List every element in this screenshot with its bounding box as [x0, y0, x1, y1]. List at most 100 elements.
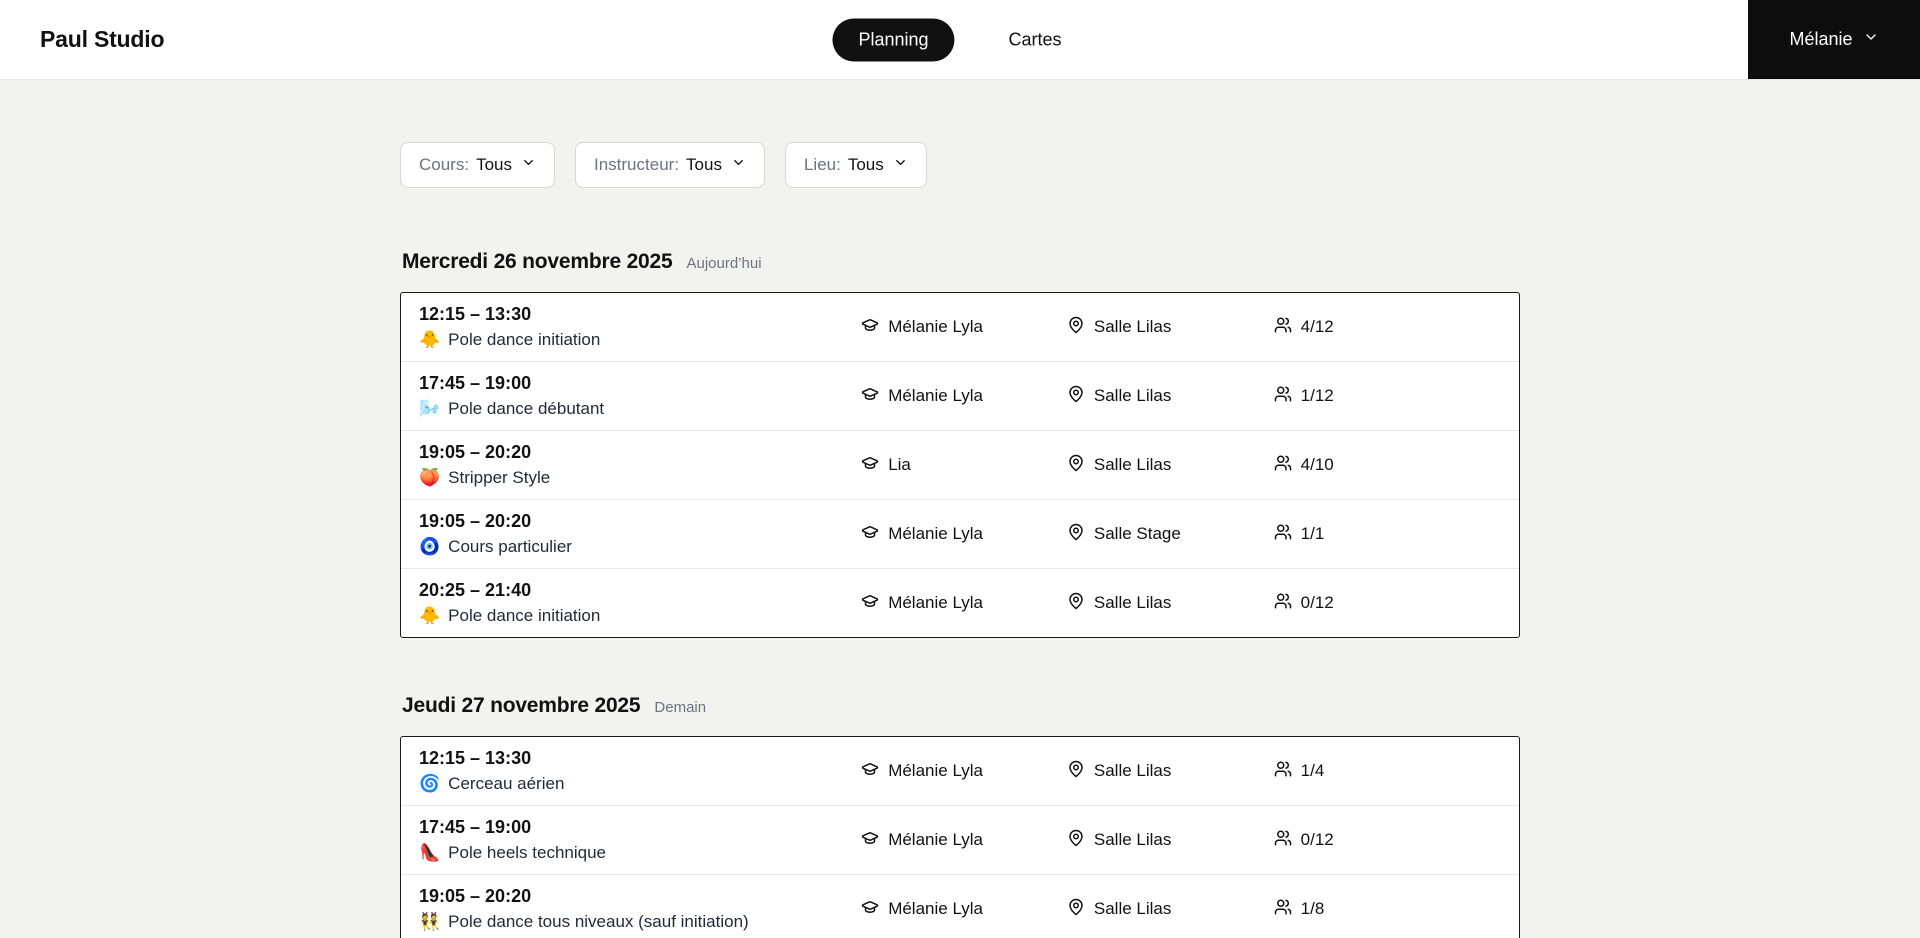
- day-header: Mercredi 26 novembre 2025 Aujourd’hui: [400, 250, 1520, 274]
- capacity-value: 1/12: [1300, 386, 1334, 405]
- instructor-name: Lia: [888, 455, 911, 474]
- filter-lieu[interactable]: Lieu: Tous: [784, 142, 927, 188]
- users-icon: [1274, 829, 1292, 852]
- capacity-value: 0/12: [1300, 593, 1334, 612]
- day-badge: Aujourd’hui: [686, 255, 762, 272]
- tab-cartes[interactable]: Cartes: [983, 18, 1088, 61]
- users-icon: [1274, 898, 1292, 921]
- user-name: Mélanie: [1789, 29, 1853, 49]
- users-icon: [1274, 592, 1292, 615]
- graduation-cap-icon: [861, 385, 879, 408]
- session-row[interactable]: 17:45 – 19:00 🌬️ Pole dance débutant Mél…: [401, 361, 1519, 430]
- graduation-cap-icon: [861, 898, 879, 921]
- filter-instructeur-label: Instructeur:: [594, 155, 680, 174]
- course-cell: 17:45 – 19:00 👠 Pole heels technique: [419, 817, 861, 863]
- room-name: Salle Lilas: [1093, 455, 1172, 474]
- course-name: Cerceau aérien: [448, 774, 565, 793]
- users-icon: [1274, 316, 1292, 339]
- instructor-name: Mélanie Lyla: [888, 899, 983, 918]
- filter-cours-label: Cours:: [419, 155, 470, 174]
- session-time: 17:45 – 19:00: [419, 817, 532, 837]
- planning-page: Cours: Tous Instructeur: Tous Lieu: Tous…: [400, 80, 1520, 938]
- instructor-name: Mélanie Lyla: [888, 386, 983, 405]
- capacity-value: 1/8: [1300, 899, 1325, 918]
- graduation-cap-icon: [861, 523, 879, 546]
- instructor-name: Mélanie Lyla: [888, 761, 983, 780]
- users-icon: [1274, 385, 1292, 408]
- instructor-name: Mélanie Lyla: [888, 317, 983, 336]
- capacity-value: 0/12: [1300, 830, 1334, 849]
- course-line: 🍑 Stripper Style: [419, 468, 861, 488]
- filter-cours[interactable]: Cours: Tous: [400, 142, 555, 188]
- session-row[interactable]: 17:45 – 19:00 👠 Pole heels technique Mél…: [401, 805, 1519, 874]
- chevron-down-icon: [729, 155, 746, 175]
- course-emoji-icon: 👯: [419, 912, 441, 931]
- graduation-cap-icon: [861, 760, 879, 783]
- filter-instructeur[interactable]: Instructeur: Tous: [575, 142, 765, 188]
- schedule: Mercredi 26 novembre 2025 Aujourd’hui 12…: [400, 250, 1520, 938]
- session-time: 19:05 – 20:20: [419, 886, 532, 906]
- session-time: 19:05 – 20:20: [419, 511, 532, 531]
- instructor-cell: Mélanie Lyla: [861, 592, 1067, 615]
- room-cell: Salle Lilas: [1067, 592, 1274, 615]
- map-pin-icon: [1067, 385, 1085, 408]
- instructor-name: Mélanie Lyla: [888, 830, 983, 849]
- session-row[interactable]: 12:15 – 13:30 🐥 Pole dance initiation Mé…: [401, 293, 1519, 361]
- session-row[interactable]: 12:15 – 13:30 🌀 Cerceau aérien Mélanie L…: [401, 737, 1519, 805]
- session-row[interactable]: 19:05 – 20:20 🍑 Stripper Style Lia Salle…: [401, 430, 1519, 499]
- main-nav: Planning Cartes: [832, 18, 1087, 61]
- graduation-cap-icon: [861, 454, 879, 477]
- course-emoji-icon: 🐥: [419, 330, 441, 349]
- room-cell: Salle Lilas: [1067, 454, 1274, 477]
- session-row[interactable]: 19:05 – 20:20 👯 Pole dance tous niveaux …: [401, 874, 1519, 938]
- course-name: Pole dance initiation: [448, 330, 601, 349]
- map-pin-icon: [1067, 829, 1085, 852]
- session-time: 12:15 – 13:30: [419, 748, 532, 768]
- filter-lieu-value: Tous: [847, 155, 884, 174]
- room-cell: Salle Stage: [1067, 523, 1274, 546]
- room-name: Salle Lilas: [1093, 761, 1172, 780]
- course-line: 🌀 Cerceau aérien: [419, 774, 861, 794]
- day-header: Jeudi 27 novembre 2025 Demain: [400, 694, 1520, 718]
- course-line: 🐥 Pole dance initiation: [419, 330, 861, 350]
- session-time: 20:25 – 21:40: [419, 580, 532, 600]
- capacity-cell: 1/4: [1274, 760, 1519, 783]
- course-cell: 19:05 – 20:20 🧿 Cours particulier: [419, 511, 861, 557]
- graduation-cap-icon: [861, 829, 879, 852]
- room-name: Salle Lilas: [1093, 317, 1172, 336]
- top-navbar: Paul Studio Planning Cartes Mélanie: [0, 0, 1920, 80]
- user-menu-button[interactable]: Mélanie: [1748, 0, 1920, 79]
- chevron-down-icon: [891, 155, 908, 175]
- room-cell: Salle Lilas: [1067, 385, 1274, 408]
- course-emoji-icon: 🌬️: [419, 399, 441, 418]
- capacity-cell: 4/10: [1274, 454, 1519, 477]
- map-pin-icon: [1067, 898, 1085, 921]
- session-list: 12:15 – 13:30 🐥 Pole dance initiation Mé…: [400, 292, 1520, 638]
- course-name: Cours particulier: [448, 537, 572, 556]
- course-name: Stripper Style: [448, 468, 551, 487]
- instructor-cell: Lia: [861, 454, 1067, 477]
- course-name: Pole dance tous niveaux (sauf initiation…: [448, 912, 749, 931]
- session-row[interactable]: 19:05 – 20:20 🧿 Cours particulier Mélani…: [401, 499, 1519, 568]
- graduation-cap-icon: [861, 592, 879, 615]
- instructor-name: Mélanie Lyla: [888, 593, 983, 612]
- session-row[interactable]: 20:25 – 21:40 🐥 Pole dance initiation Mé…: [401, 568, 1519, 637]
- room-cell: Salle Lilas: [1067, 316, 1274, 339]
- filter-instructeur-value: Tous: [686, 155, 722, 174]
- course-line: 🌬️ Pole dance débutant: [419, 399, 861, 419]
- room-cell: Salle Lilas: [1067, 760, 1274, 783]
- course-emoji-icon: 🧿: [419, 537, 441, 556]
- course-line: 🧿 Cours particulier: [419, 537, 861, 557]
- chevron-down-icon: [1863, 29, 1879, 50]
- course-line: 👠 Pole heels technique: [419, 843, 861, 863]
- course-line: 🐥 Pole dance initiation: [419, 606, 861, 626]
- capacity-cell: 0/12: [1274, 829, 1519, 852]
- brand-logo[interactable]: Paul Studio: [40, 26, 165, 53]
- filter-lieu-label: Lieu:: [803, 155, 841, 174]
- chevron-down-icon: [519, 155, 536, 175]
- tab-planning[interactable]: Planning: [832, 18, 955, 61]
- session-time: 12:15 – 13:30: [419, 304, 532, 324]
- room-name: Salle Lilas: [1093, 593, 1172, 612]
- room-cell: Salle Lilas: [1067, 898, 1274, 921]
- map-pin-icon: [1067, 316, 1085, 339]
